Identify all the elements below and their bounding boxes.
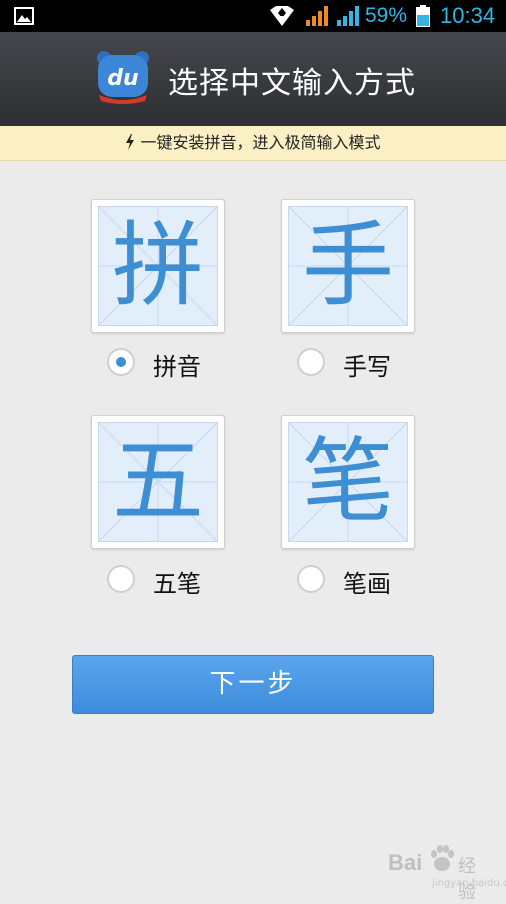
watermark-brand: Bai (388, 850, 423, 875)
pinyin-radio[interactable] (107, 348, 135, 376)
radio-selected-dot (116, 357, 126, 367)
next-button[interactable]: 下一步 (72, 655, 434, 714)
handwriting-char: 手 (301, 212, 394, 319)
pinyin-card[interactable]: 拼 (91, 199, 225, 333)
handwriting-radio[interactable] (297, 348, 325, 376)
notice-bar[interactable]: 一键安装拼音，进入极简输入模式 (0, 126, 506, 161)
stroke-label[interactable]: 笔画 (343, 564, 391, 599)
stroke-card[interactable]: 笔 (281, 415, 415, 549)
stroke-radio[interactable] (297, 565, 325, 593)
stroke-char: 笔 (301, 428, 394, 535)
wubi-radio[interactable] (107, 565, 135, 593)
status-bar: 59% 10:34 (0, 0, 506, 32)
battery-percent: 59% (365, 4, 408, 27)
bolt-icon (126, 134, 135, 150)
wubi-card[interactable]: 五 (91, 415, 225, 549)
handwriting-label[interactable]: 手写 (343, 347, 391, 382)
signal-icon (306, 6, 328, 26)
signal-icon (337, 6, 359, 26)
wubi-char: 五 (111, 428, 204, 535)
page-title: 选择中文输入方式 (168, 66, 416, 101)
wifi-icon (270, 6, 294, 26)
notice-text: 一键安装拼音，进入极简输入模式 (140, 133, 381, 152)
paw-icon (431, 845, 454, 871)
watermark-url: jingyan.baidu.com (432, 878, 506, 889)
title-bar: du 选择中文输入方式 (0, 32, 506, 126)
clock: 10:34 (440, 3, 496, 28)
gallery-icon (14, 7, 34, 25)
baidu-input-logo: du (97, 51, 149, 104)
pinyin-char: 拼 (111, 212, 204, 319)
wubi-label[interactable]: 五笔 (153, 564, 201, 599)
pinyin-label[interactable]: 拼音 (153, 347, 201, 382)
logo-text: du (107, 66, 138, 91)
battery-icon (416, 5, 430, 27)
handwriting-card[interactable]: 手 (281, 199, 415, 333)
